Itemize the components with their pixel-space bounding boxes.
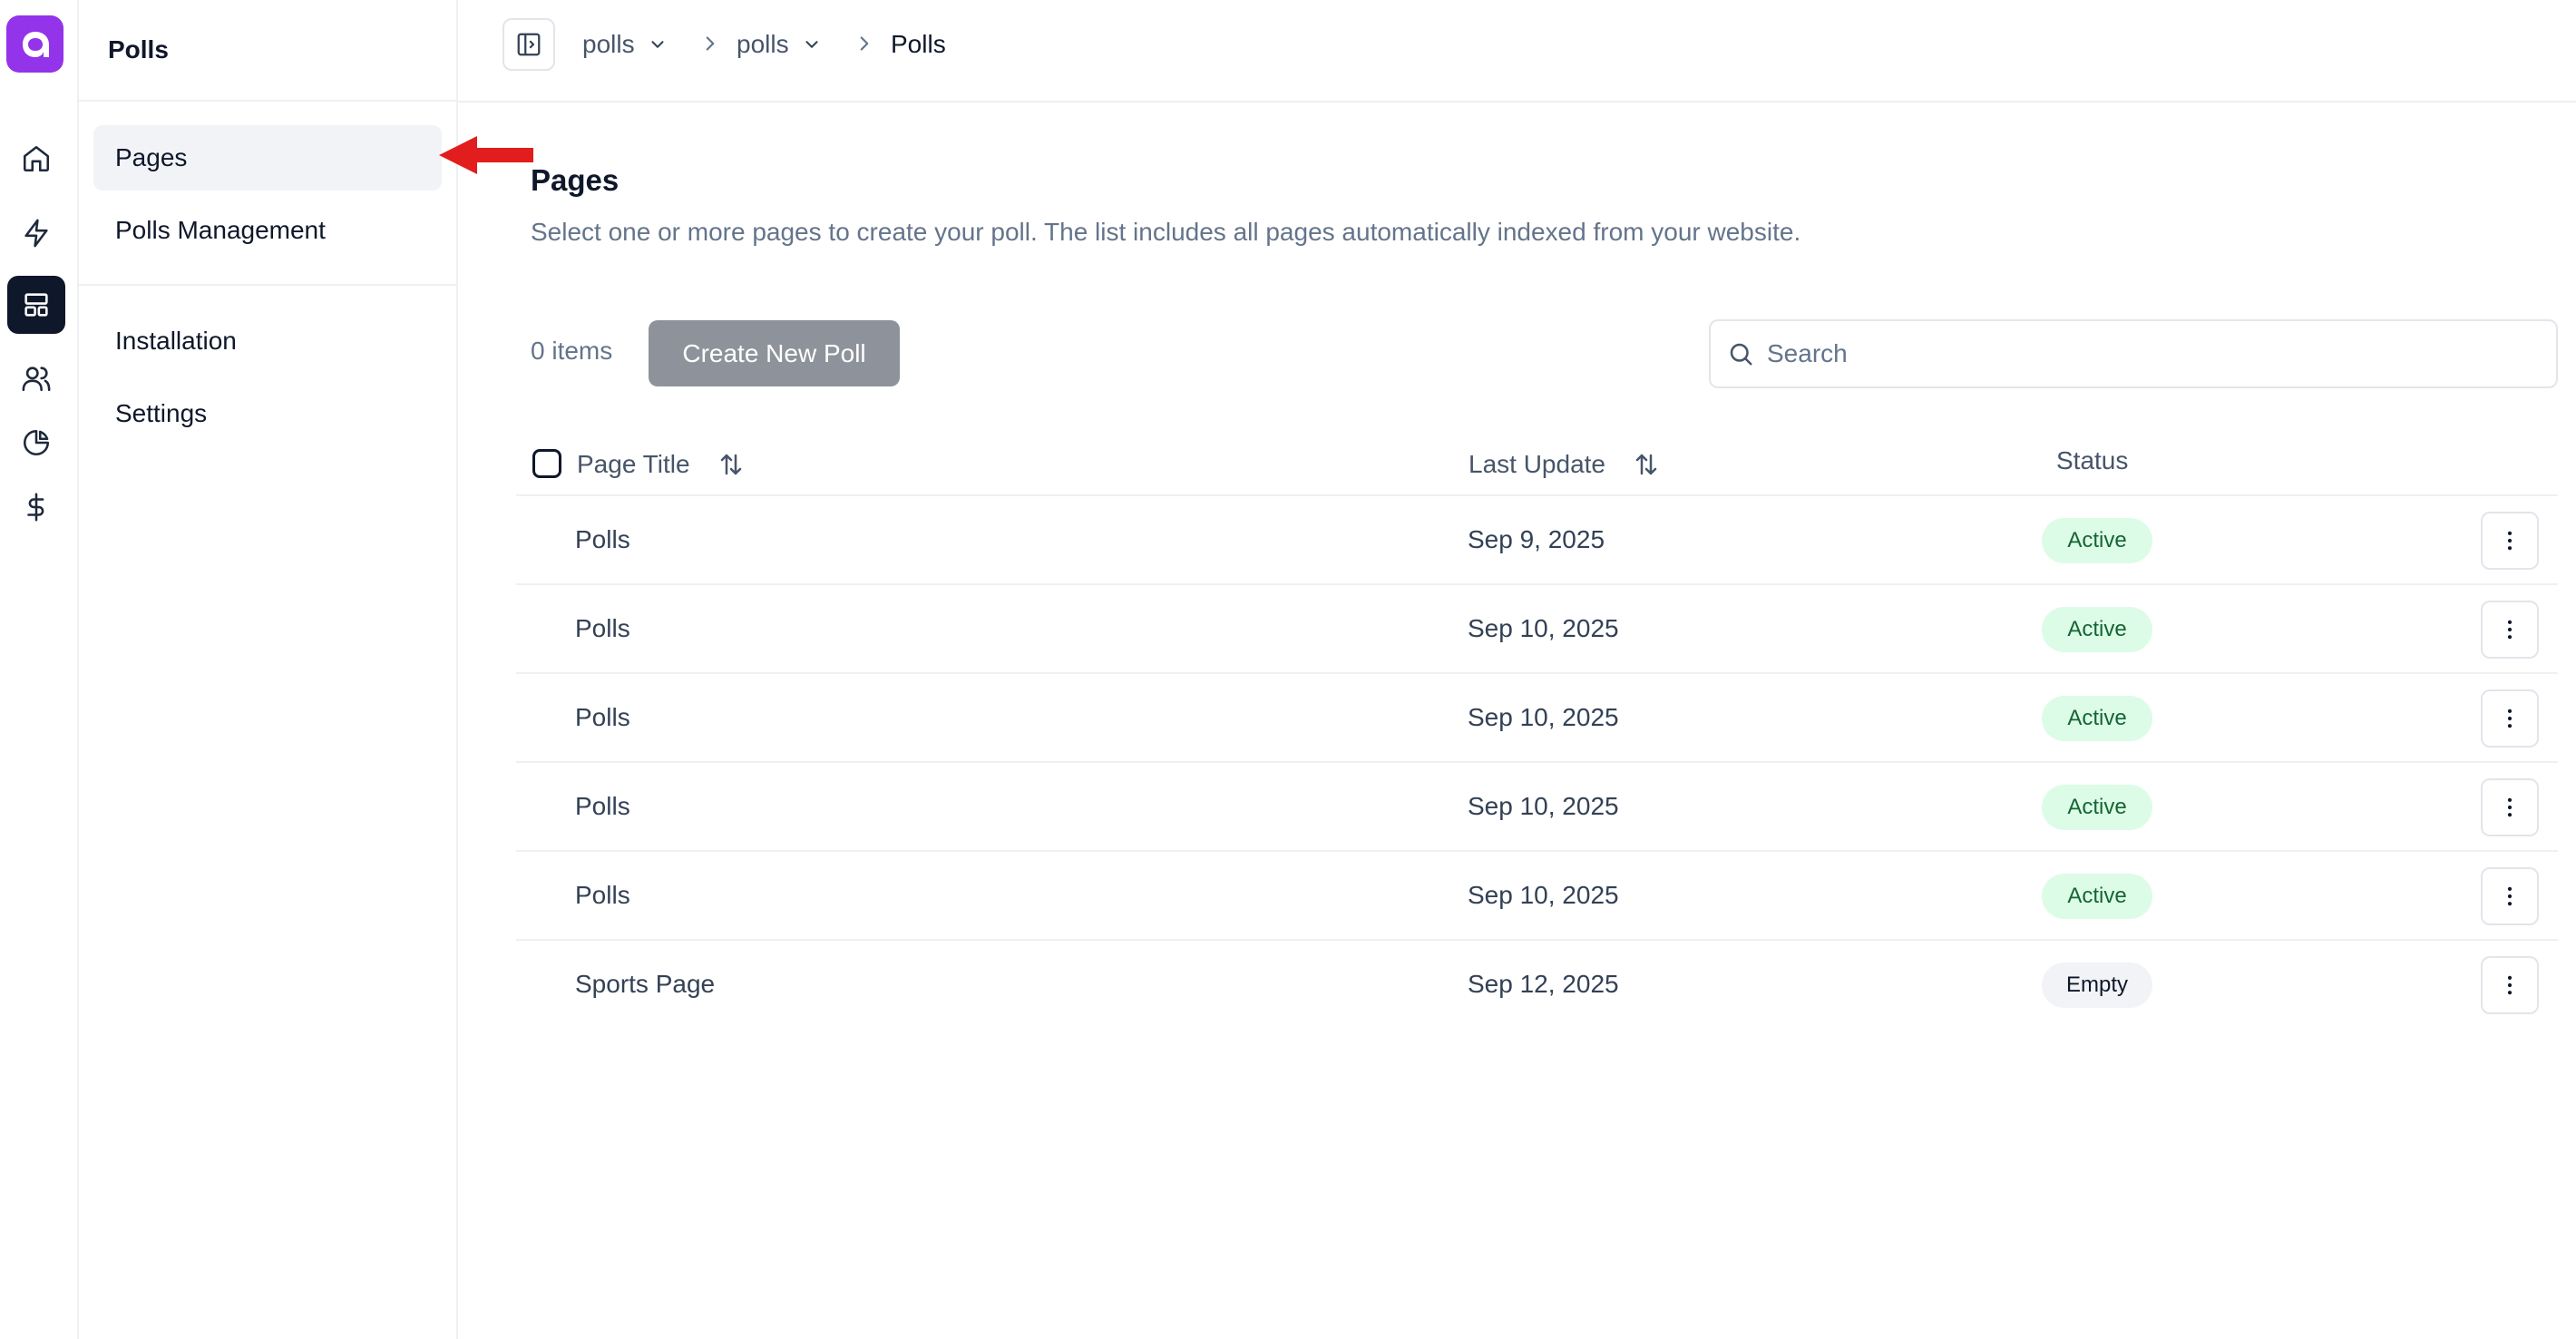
column-header-last-update[interactable]: Last Update (1469, 446, 1660, 483)
search-icon (1730, 343, 1752, 366)
nav-item-label: Pages (115, 143, 188, 171)
cell-last-update: Sep 10, 2025 (1468, 881, 1619, 909)
table-header: Page Title Last Update Status (516, 435, 2558, 496)
chevron-down-icon (651, 41, 664, 48)
logo-icon (22, 31, 49, 57)
chevron-down-icon (805, 41, 818, 48)
chevron-right-icon (706, 36, 715, 51)
page-description: Select one or more pages to create your … (531, 218, 1801, 246)
cell-last-update: Sep 9, 2025 (1468, 525, 1605, 553)
cell-last-update: Sep 10, 2025 (1468, 792, 1619, 820)
cell-page-title: Polls (575, 525, 630, 553)
nav-item-settings[interactable]: Settings (93, 381, 442, 446)
table-row[interactable]: Polls Sep 9, 2025 Active (516, 496, 2558, 585)
search-input[interactable] (1767, 339, 2511, 368)
table-row[interactable]: Polls Sep 10, 2025 Active (516, 763, 2558, 852)
cell-page-title: Polls (575, 614, 630, 642)
annotation-arrow-icon (439, 136, 533, 174)
more-vertical-icon (2507, 797, 2513, 817)
select-all-checkbox[interactable] (532, 449, 561, 478)
breadcrumb-label: polls (582, 30, 635, 58)
items-count: 0 items (531, 337, 613, 365)
more-vertical-icon (2507, 709, 2513, 728)
cell-page-title: Sports Page (575, 970, 716, 998)
nav-item-installation[interactable]: Installation (93, 308, 442, 374)
row-actions-button[interactable] (2481, 867, 2539, 925)
cell-last-update: Sep 10, 2025 (1468, 614, 1619, 642)
sort-icon[interactable] (1633, 451, 1660, 478)
status-badge: Active (2042, 518, 2152, 563)
row-actions-button[interactable] (2481, 689, 2539, 748)
breadcrumb-label: Polls (891, 30, 946, 58)
side-navigation: Polls Pages Polls Management Installatio… (79, 0, 458, 1339)
status-badge: Active (2042, 696, 2152, 741)
sidenav-title: Polls (108, 35, 169, 64)
status-badge: Active (2042, 874, 2152, 919)
app-rail (0, 0, 79, 1339)
search-box[interactable] (1709, 319, 2558, 388)
sort-icon[interactable] (717, 451, 745, 478)
pie-chart-icon[interactable] (7, 414, 65, 472)
nav-item-label: Installation (115, 327, 237, 355)
home-icon[interactable] (7, 130, 65, 188)
dollar-icon[interactable] (7, 478, 65, 536)
table-row[interactable]: Polls Sep 10, 2025 Active (516, 852, 2558, 941)
more-vertical-icon (2507, 975, 2513, 995)
nav-divider (79, 284, 456, 286)
cell-page-title: Polls (575, 703, 630, 731)
lightning-icon[interactable] (7, 204, 65, 262)
breadcrumb-item-2[interactable]: polls (737, 25, 822, 64)
cell-page-title: Polls (575, 792, 630, 820)
column-header-label: Last Update (1469, 450, 1605, 478)
more-vertical-icon (2507, 886, 2513, 906)
sidebar-toggle-button[interactable] (503, 18, 555, 71)
column-header-status: Status (2056, 443, 2128, 479)
row-actions-button[interactable] (2481, 601, 2539, 659)
status-badge: Active (2042, 785, 2152, 830)
cell-last-update: Sep 10, 2025 (1468, 703, 1619, 731)
table-row[interactable]: Polls Sep 10, 2025 Active (516, 585, 2558, 674)
users-icon[interactable] (7, 349, 65, 407)
status-badge: Active (2042, 607, 2152, 652)
status-badge: Empty (2042, 963, 2152, 1008)
breadcrumb-label: polls (737, 30, 789, 58)
more-vertical-icon (2507, 620, 2513, 640)
chevron-right-icon (860, 36, 869, 51)
column-header-label: Status (2056, 446, 2129, 474)
panel-toggle-icon (517, 33, 541, 56)
breadcrumb-item-1[interactable]: polls (582, 25, 668, 64)
table-row[interactable]: Polls Sep 10, 2025 Active (516, 674, 2558, 763)
table-row[interactable]: Sports Page Sep 12, 2025 Empty (516, 941, 2558, 1030)
column-header-label: Page Title (577, 450, 690, 478)
app-logo[interactable] (6, 15, 63, 73)
row-actions-button[interactable] (2481, 956, 2539, 1014)
column-header-page-title[interactable]: Page Title (577, 446, 745, 483)
row-actions-button[interactable] (2481, 778, 2539, 836)
nav-item-label: Polls Management (115, 216, 326, 244)
breadcrumb-current: Polls (891, 25, 946, 64)
nav-item-label: Settings (115, 399, 208, 427)
nav-item-pages[interactable]: Pages (93, 125, 442, 191)
page-title: Pages (531, 163, 620, 197)
row-actions-button[interactable] (2481, 512, 2539, 570)
more-vertical-icon (2507, 531, 2513, 551)
layout-icon[interactable] (7, 276, 65, 334)
cell-last-update: Sep 12, 2025 (1468, 970, 1619, 998)
create-new-poll-button[interactable]: Create New Poll (649, 320, 900, 386)
cell-page-title: Polls (575, 881, 630, 909)
top-bar: polls polls Polls (458, 0, 2576, 103)
nav-item-polls-management[interactable]: Polls Management (93, 198, 442, 263)
sidenav-header: Polls (79, 0, 456, 102)
